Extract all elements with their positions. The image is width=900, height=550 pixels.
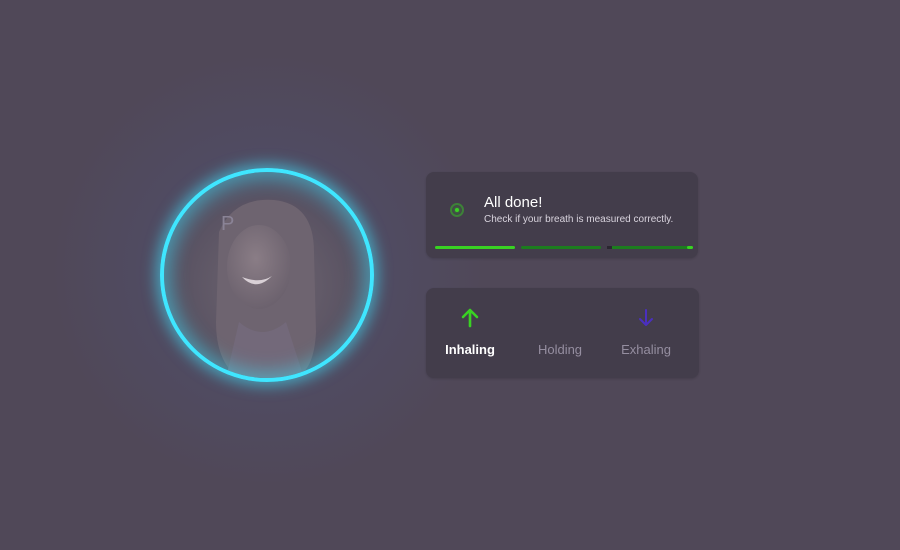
status-title: All done! [484, 194, 543, 211]
status-subtitle: Check if your breath is measured correct… [484, 214, 674, 225]
phase-label: Holding [537, 342, 583, 357]
breath-phase-card: Inhaling Holding Exhaling [426, 288, 699, 378]
progress-end-cap [687, 246, 693, 249]
progress-bar [435, 246, 693, 249]
progress-segment-fill [607, 246, 693, 249]
avatar: P [160, 168, 374, 382]
phase-holding: Holding [516, 306, 604, 357]
status-card: All done! Check if your breath is measur… [426, 172, 698, 258]
progress-segment-fill [435, 246, 515, 249]
phase-inhaling: Inhaling [426, 306, 514, 357]
phase-label: Exhaling [621, 342, 671, 357]
progress-segment [521, 246, 601, 249]
progress-segment [607, 246, 693, 249]
arrow-up-icon [426, 306, 514, 330]
progress-marker [607, 246, 612, 249]
phase-exhaling: Exhaling [602, 306, 690, 357]
arrow-down-icon [602, 306, 690, 330]
avatar-glow-ring [160, 168, 374, 382]
status-dot-icon [450, 203, 464, 217]
progress-segment [435, 246, 515, 249]
phase-label: Inhaling [445, 342, 495, 357]
